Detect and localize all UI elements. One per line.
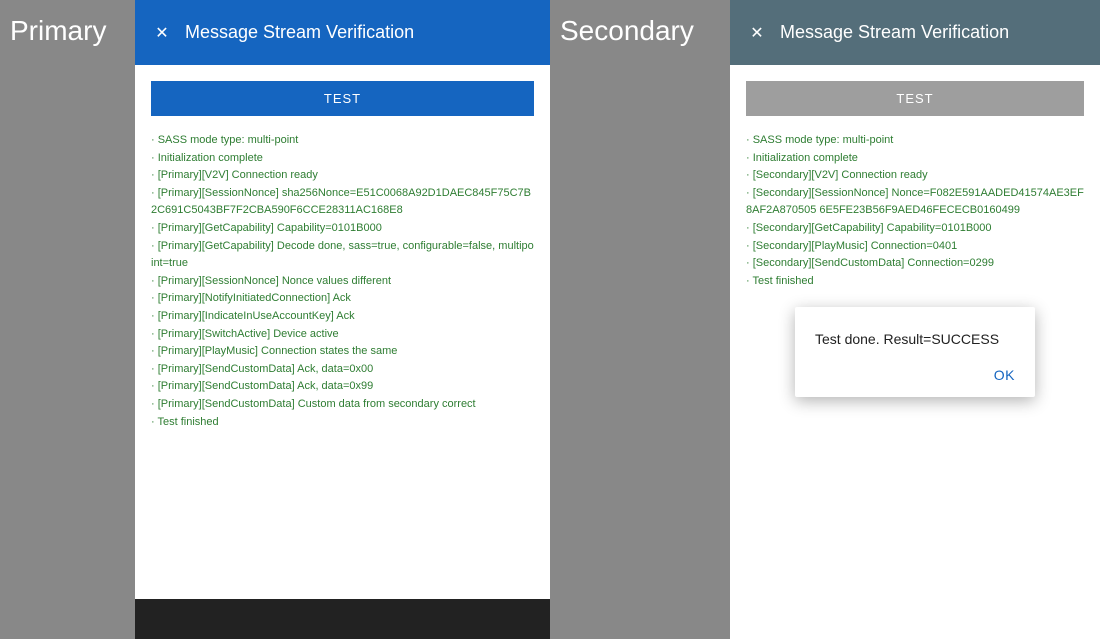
right-dialog-title: Message Stream Verification (780, 22, 1009, 43)
right-log-text: · SASS mode type: multi-point · Initiali… (746, 132, 1084, 290)
left-bottom-bar (135, 599, 550, 639)
left-dialog-titlebar: ✕ Message Stream Verification (135, 0, 550, 65)
left-dialog: ✕ Message Stream Verification TEST · SAS… (135, 0, 550, 639)
left-panel: Primary ✕ Message Stream Verification TE… (0, 0, 550, 639)
right-panel-label: Secondary (550, 0, 730, 639)
result-text: Test done. Result=SUCCESS (815, 331, 1015, 347)
secondary-label: Secondary (560, 15, 694, 47)
right-test-button[interactable]: TEST (746, 81, 1084, 116)
result-dialog: Test done. Result=SUCCESS OK (795, 307, 1035, 397)
result-ok-button[interactable]: OK (994, 367, 1015, 383)
right-dialog: ✕ Message Stream Verification TEST · SAS… (730, 0, 1100, 639)
left-log-text: · SASS mode type: multi-point · Initiali… (151, 132, 534, 431)
left-close-button[interactable]: ✕ (151, 22, 173, 44)
left-dialog-title: Message Stream Verification (185, 22, 414, 43)
left-dialog-content: TEST · SASS mode type: multi-point · Ini… (135, 65, 550, 599)
left-panel-label: Primary (0, 0, 135, 639)
right-dialog-content: TEST · SASS mode type: multi-point · Ini… (730, 65, 1100, 639)
result-ok-container: OK (815, 367, 1015, 385)
primary-label: Primary (10, 15, 106, 47)
left-test-button[interactable]: TEST (151, 81, 534, 116)
right-dialog-titlebar: ✕ Message Stream Verification (730, 0, 1100, 65)
right-close-button[interactable]: ✕ (746, 22, 768, 44)
right-panel: Secondary ✕ Message Stream Verification … (550, 0, 1100, 639)
